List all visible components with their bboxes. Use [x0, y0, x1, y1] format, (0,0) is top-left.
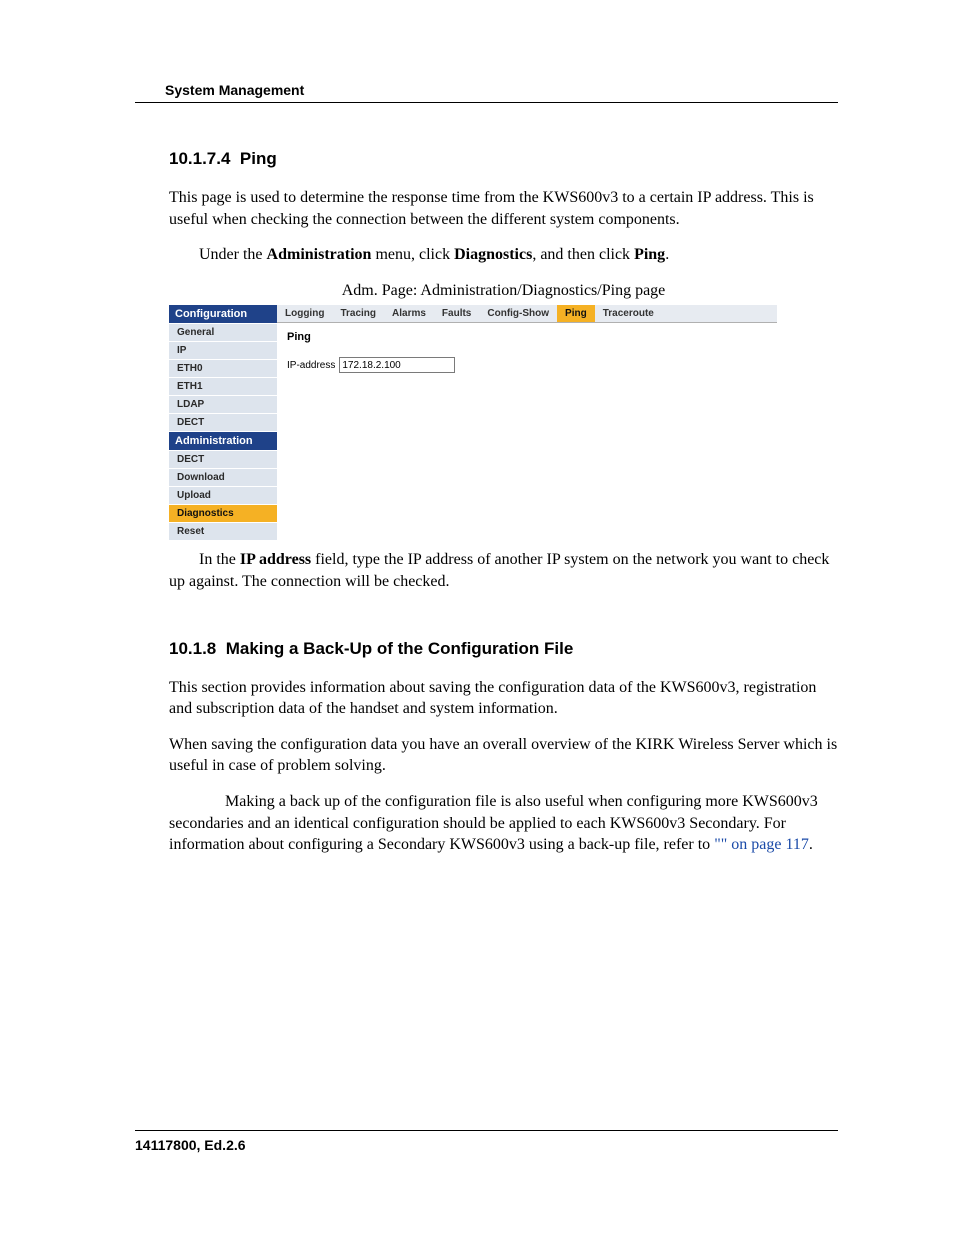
- paragraph: This section provides information about …: [169, 677, 838, 720]
- tab-config-show[interactable]: Config-Show: [479, 305, 557, 322]
- sidebar: Configuration General IP ETH0 ETH1 LDAP …: [169, 305, 277, 541]
- ip-address-label: IP-address: [287, 360, 335, 371]
- paragraph: In the IP address field, type the IP add…: [169, 549, 838, 592]
- section-title: Ping: [240, 149, 277, 168]
- section-number: 10.1.8: [169, 639, 216, 658]
- paragraph: Under the Administration menu, click Dia…: [169, 244, 838, 266]
- figure-caption: Adm. Page: Administration/Diagnostics/Pi…: [169, 280, 838, 302]
- section-heading-backup: 10.1.8 Making a Back-Up of the Configura…: [169, 639, 838, 659]
- sidebar-item-dect-admin[interactable]: DECT: [169, 451, 277, 469]
- sidebar-item-eth1[interactable]: ETH1: [169, 378, 277, 396]
- tab-alarms[interactable]: Alarms: [384, 305, 434, 322]
- paragraph: Making a back up of the configuration fi…: [169, 791, 838, 856]
- sidebar-section-configuration: Configuration: [169, 305, 277, 324]
- page-link-117[interactable]: "" on page 117: [714, 836, 809, 853]
- tab-tracing[interactable]: Tracing: [332, 305, 384, 322]
- page-header: System Management: [135, 82, 838, 103]
- page-footer: 14117800, Ed.2.6: [135, 1130, 838, 1153]
- content-title: Ping: [287, 331, 767, 343]
- sidebar-item-eth0[interactable]: ETH0: [169, 360, 277, 378]
- sidebar-item-general[interactable]: General: [169, 324, 277, 342]
- tab-ping[interactable]: Ping: [557, 305, 595, 322]
- content-panel: Ping IP-address: [277, 323, 777, 381]
- sidebar-item-diagnostics[interactable]: Diagnostics: [169, 505, 277, 523]
- tab-traceroute[interactable]: Traceroute: [595, 305, 662, 322]
- section-heading-ping: 10.1.7.4 Ping: [169, 149, 838, 169]
- tab-logging[interactable]: Logging: [277, 305, 332, 322]
- main-area: Logging Tracing Alarms Faults Config-Sho…: [277, 305, 777, 541]
- tabs: Logging Tracing Alarms Faults Config-Sho…: [277, 305, 777, 323]
- sidebar-item-download[interactable]: Download: [169, 469, 277, 487]
- paragraph: This page is used to determine the respo…: [169, 187, 838, 230]
- ip-address-row: IP-address: [287, 357, 767, 373]
- admin-page-screenshot: Configuration General IP ETH0 ETH1 LDAP …: [169, 305, 777, 541]
- ip-address-input[interactable]: [339, 357, 455, 373]
- sidebar-section-administration: Administration: [169, 432, 277, 451]
- section-number: 10.1.7.4: [169, 149, 230, 168]
- sidebar-item-upload[interactable]: Upload: [169, 487, 277, 505]
- sidebar-item-ldap[interactable]: LDAP: [169, 396, 277, 414]
- sidebar-item-ip[interactable]: IP: [169, 342, 277, 360]
- sidebar-item-reset[interactable]: Reset: [169, 523, 277, 541]
- paragraph: When saving the configuration data you h…: [169, 734, 838, 777]
- sidebar-item-dect[interactable]: DECT: [169, 414, 277, 432]
- tab-faults[interactable]: Faults: [434, 305, 479, 322]
- section-title: Making a Back-Up of the Configuration Fi…: [226, 639, 574, 658]
